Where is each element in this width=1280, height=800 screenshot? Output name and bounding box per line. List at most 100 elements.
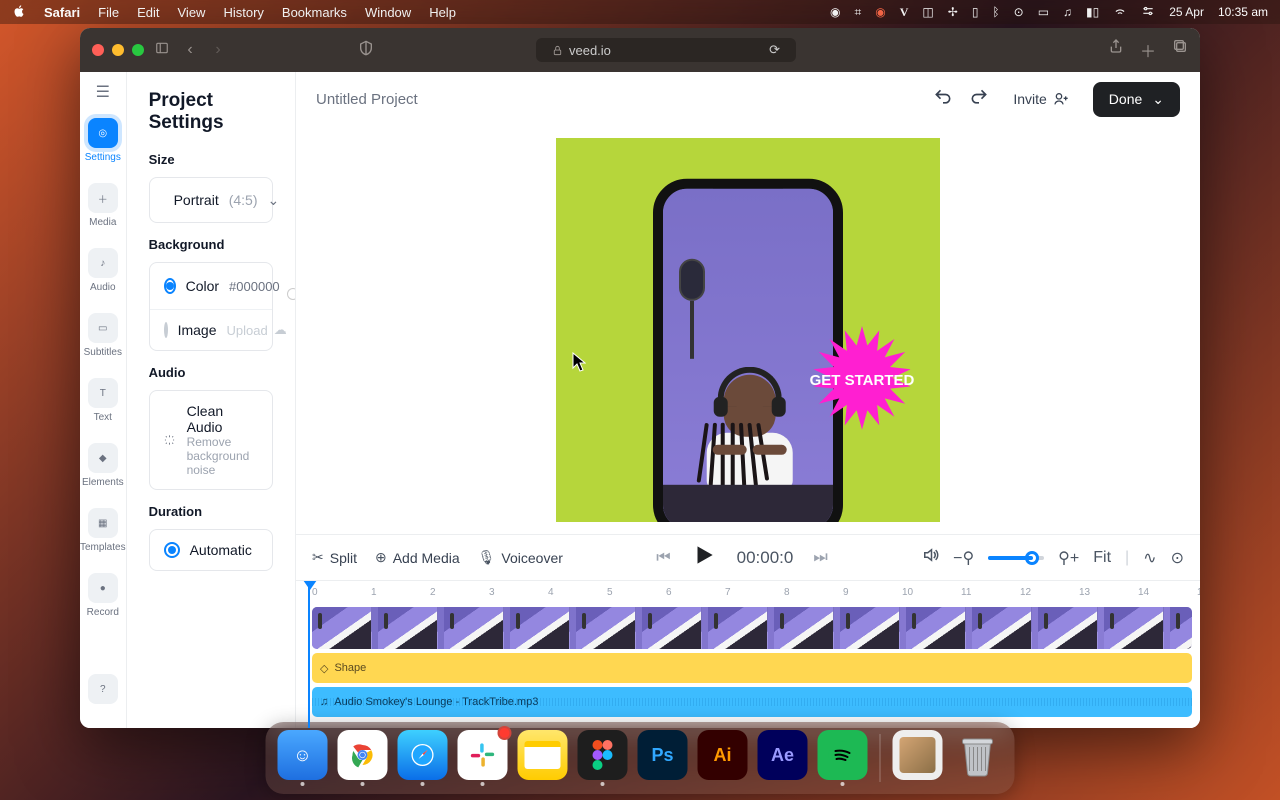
status-icon[interactable]: ◉ xyxy=(875,5,885,19)
artboard[interactable]: Listen & Stream Now On xyxy=(556,138,940,522)
play-status-icon[interactable]: ⊙ xyxy=(1014,5,1024,19)
menu-help[interactable]: Help xyxy=(429,5,456,20)
done-button[interactable]: Done⌄ xyxy=(1093,82,1180,117)
sync-icon[interactable]: ✢ xyxy=(948,5,958,19)
window-zoom-button[interactable] xyxy=(132,44,144,56)
dock-safari[interactable] xyxy=(398,730,448,780)
dock-spotify[interactable] xyxy=(818,730,868,780)
rail-subtitles[interactable]: ▭Subtitles xyxy=(80,307,126,368)
shield-icon[interactable] xyxy=(356,40,376,61)
grid-icon[interactable]: ⌗ xyxy=(854,5,861,20)
control-center-icon[interactable] xyxy=(1141,4,1155,21)
window-minimize-button[interactable] xyxy=(112,44,124,56)
dock-aftereffects[interactable]: Ae xyxy=(758,730,808,780)
redo-button[interactable] xyxy=(969,87,989,112)
headphones-icon[interactable]: ♫ xyxy=(1063,5,1072,19)
new-tab-icon[interactable]: ＋ xyxy=(1140,38,1156,62)
address-bar[interactable]: veed.io ⟳ xyxy=(536,38,796,62)
fit-button[interactable]: Fit xyxy=(1093,549,1111,567)
skip-forward-button[interactable]: ⏭ xyxy=(813,549,827,567)
dock-notes[interactable] xyxy=(518,730,568,780)
menu-bookmarks[interactable]: Bookmarks xyxy=(282,5,347,20)
canvas[interactable]: Listen & Stream Now On xyxy=(296,126,1200,534)
dock-trash[interactable] xyxy=(953,730,1003,780)
invite-button[interactable]: Invite xyxy=(1003,85,1078,113)
record-icon[interactable]: ◉ xyxy=(830,5,840,19)
audio-track[interactable]: ♫Audio Smokey's Lounge - TrackTribe.mp3 xyxy=(312,687,1192,717)
display-icon[interactable]: ▭ xyxy=(1038,5,1049,19)
rail-settings[interactable]: ◎Settings xyxy=(80,112,126,173)
upload-link[interactable]: Upload ☁ xyxy=(227,322,287,338)
tabs-overview-icon[interactable] xyxy=(1172,38,1188,62)
rail-media[interactable]: ＋Media xyxy=(80,177,126,238)
cta-starburst[interactable]: GET STARTED xyxy=(808,326,916,434)
video-thumb xyxy=(906,607,966,649)
zoom-out-icon[interactable]: −⚲ xyxy=(953,548,974,568)
shape-track-icon: ◇ xyxy=(320,662,328,675)
menu-view[interactable]: View xyxy=(178,5,206,20)
duration-automatic[interactable]: Automatic xyxy=(150,530,272,570)
rail-templates[interactable]: ▦Templates xyxy=(80,502,126,563)
ruler-tick: 3 xyxy=(489,587,495,598)
bg-image-option[interactable]: Image Upload ☁ xyxy=(150,309,272,350)
voiceover-button[interactable]: 🎙Voiceover xyxy=(478,549,563,566)
menu-icon[interactable]: ☰ xyxy=(96,82,110,102)
project-name[interactable]: Untitled Project xyxy=(316,91,418,108)
dock-slack[interactable] xyxy=(458,730,508,780)
undo-button[interactable] xyxy=(933,87,953,112)
layout-icon[interactable]: ◫ xyxy=(922,5,933,19)
menu-file[interactable]: File xyxy=(98,5,119,20)
background-options: Color #000000 Image Upload ☁ xyxy=(149,262,273,351)
menu-history[interactable]: History xyxy=(223,5,263,20)
rail-elements[interactable]: ◆Elements xyxy=(80,437,126,498)
dock-photoshop[interactable]: Ps xyxy=(638,730,688,780)
v-icon[interactable]: V xyxy=(900,5,909,20)
split-button[interactable]: ✂Split xyxy=(312,549,357,566)
bluetooth-icon[interactable]: ᛒ xyxy=(992,5,999,19)
video-thumb xyxy=(576,607,636,649)
add-media-button[interactable]: ⊕Add Media xyxy=(375,549,460,566)
nav-back-icon[interactable]: ‹ xyxy=(180,41,200,59)
timeline[interactable]: 01234567891011121314151617 ◇Shape ♫Audio… xyxy=(296,580,1200,728)
playhead[interactable] xyxy=(308,581,310,728)
shape-track[interactable]: ◇Shape xyxy=(312,653,1192,683)
bg-color-option[interactable]: Color #000000 xyxy=(150,263,272,309)
play-button[interactable] xyxy=(691,542,717,573)
zoom-slider[interactable] xyxy=(988,556,1044,560)
menubar-date[interactable]: 25 Apr xyxy=(1169,5,1204,19)
menu-window[interactable]: Window xyxy=(365,5,411,20)
mouse-cursor xyxy=(572,352,586,377)
rail-text[interactable]: TText xyxy=(80,372,126,433)
clean-audio-card[interactable]: Clean Audio Remove background noise xyxy=(149,390,273,490)
video-track[interactable] xyxy=(312,607,1192,649)
settings-cog-icon[interactable]: ⊙ xyxy=(1171,548,1184,568)
waveform-icon[interactable]: ∿ xyxy=(1143,548,1156,568)
dock-figma[interactable] xyxy=(578,730,628,780)
reload-icon[interactable]: ⟳ xyxy=(769,42,780,58)
sidebar-toggle-icon[interactable] xyxy=(152,41,172,60)
battery-widget-icon[interactable]: ▯ xyxy=(972,5,979,19)
dock-preview-thumb[interactable] xyxy=(893,730,943,780)
menu-edit[interactable]: Edit xyxy=(137,5,159,20)
wifi-icon[interactable] xyxy=(1113,4,1127,21)
templates-icon: ▦ xyxy=(88,508,118,538)
dock-chrome[interactable] xyxy=(338,730,388,780)
size-select[interactable]: Portrait (4:5) ⌄ xyxy=(149,177,273,223)
zoom-in-icon[interactable]: ⚲+ xyxy=(1058,548,1079,568)
battery-icon[interactable]: ▮▯ xyxy=(1086,5,1099,19)
url-host: veed.io xyxy=(569,43,611,58)
apple-icon[interactable] xyxy=(12,4,26,21)
dock-illustrator[interactable]: Ai xyxy=(698,730,748,780)
nav-forward-icon[interactable]: › xyxy=(208,41,228,59)
rail-help[interactable]: ? xyxy=(80,668,126,714)
share-icon[interactable] xyxy=(1108,38,1124,62)
rail-audio[interactable]: ♪Audio xyxy=(80,242,126,303)
volume-icon[interactable] xyxy=(921,546,939,569)
menubar-time[interactable]: 10:35 am xyxy=(1218,5,1268,19)
dock-finder[interactable]: ☺ xyxy=(278,730,328,780)
skip-back-button[interactable]: ⏮ xyxy=(656,549,670,567)
app-name[interactable]: Safari xyxy=(44,5,80,20)
timeline-ruler[interactable]: 01234567891011121314151617 xyxy=(304,581,1200,603)
window-close-button[interactable] xyxy=(92,44,104,56)
rail-record[interactable]: ●Record xyxy=(80,567,126,628)
